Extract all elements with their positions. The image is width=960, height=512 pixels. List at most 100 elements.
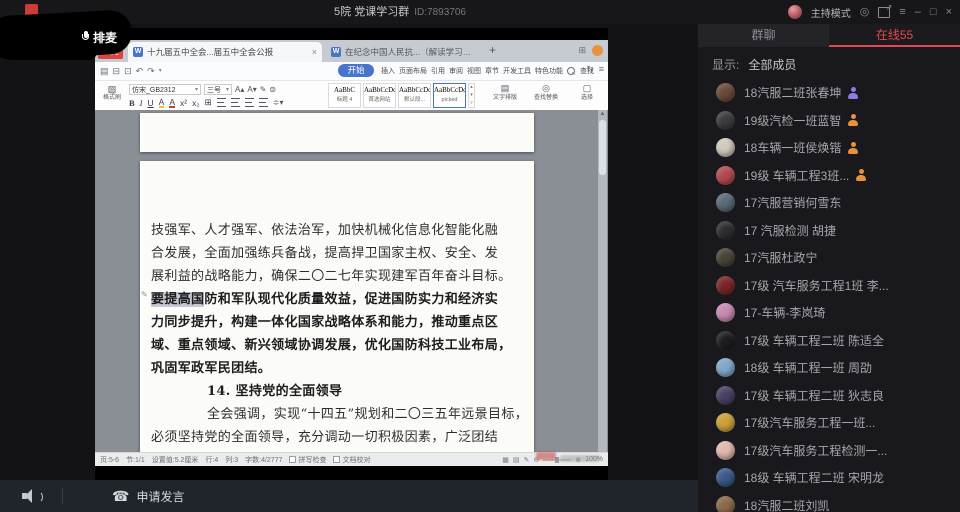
menu-icon[interactable]: ≡ [899,0,905,24]
shrink-font-icon[interactable]: A▾ [247,86,256,94]
font-color-button[interactable]: A [169,98,175,108]
menu-special[interactable]: 特色功能 [535,66,563,76]
document-canvas[interactable]: 技强军、人才强军、依法治军，加快机械化信息化智能化融 合发展，全面加强练兵备战，… [95,110,608,452]
member-row[interactable]: 17级 汽车服务工程1班 李... [698,272,960,300]
align-left-icon[interactable] [217,98,226,107]
wps-tabbar: 稻壳 W 十九届五中全会...届五中全会公报 × W 在纪念中国人民抗...（解… [95,40,608,62]
subscript-button[interactable]: x₂ [192,98,200,108]
member-list[interactable]: 18汽服二班张春坤 19级汽检一班蓝智 18车辆一班侯焕锴 19级 车辆工程3班… [698,79,960,512]
page-view-icon[interactable]: ▤ [513,456,520,464]
menu-references[interactable]: 引用 [431,66,445,76]
scrollbar-thumb[interactable] [599,120,606,175]
menu-dev-tools[interactable]: 开发工具 [503,66,531,76]
host-avatar[interactable] [788,5,802,19]
filter-value[interactable]: 全部成员 [748,56,796,73]
document-page: 技强军、人才强军、依法治军，加快机械化信息化智能化融 合发展，全面加强练兵备战，… [140,161,534,452]
doc-line: 全会强调，实现“十四五”规划和二〇三五年远景目标， [207,403,528,422]
member-row[interactable]: 17级 车辆工程二班 陈适全 [698,327,960,355]
style-item[interactable]: AaBbCcDd 默认段... [398,83,431,108]
clear-format-icon[interactable]: ✎ [260,86,267,94]
style-item[interactable]: AaBbCcDd 首选网站 [363,83,396,108]
menu-review[interactable]: 审阅 [449,66,463,76]
record-icon[interactable]: ◎ [860,0,870,24]
undo-icon[interactable]: ↶ [136,64,144,78]
member-row[interactable]: 17-车辆-李岚琦 [698,299,960,327]
layout-icon[interactable]: ⊞ [578,46,586,55]
grow-font-icon[interactable]: A▴ [235,86,244,94]
align-justify-icon[interactable] [259,98,268,107]
sync-icon[interactable]: ↻ [586,64,594,75]
font-name-select[interactable]: 仿宋_GB2312▾ [129,84,201,95]
host-mode-label: 主持模式 [811,5,851,20]
find-replace-button[interactable]: ◎ 查找替换 [529,83,563,102]
font-size-select[interactable]: 三号▾ [204,84,232,95]
file-icon[interactable]: ▤ [100,64,109,78]
scroll-up-icon[interactable]: ▲ [598,110,607,118]
save-icon[interactable]: ⊟ [113,64,121,78]
menu-section[interactable]: 章节 [485,66,499,76]
redo-icon[interactable]: ↷ [147,64,155,78]
select-button[interactable]: ▢ 选择 [570,83,604,102]
style-item-selected[interactable]: AaBbCcDd picked [433,83,466,108]
spellcheck-toggle[interactable]: 拼写检查 [289,455,326,465]
italic-button[interactable]: I [140,98,143,108]
menu-page-layout[interactable]: 页面布局 [399,66,427,76]
style-item[interactable]: AaBbC 标题 4 [328,83,361,108]
member-row[interactable]: 17汽服杜政宁 [698,244,960,272]
document-tab[interactable]: W 在纪念中国人民抗...（解读学习版） [326,42,478,62]
borders-button[interactable]: ⊞ [205,97,212,108]
align-right-icon[interactable] [245,98,254,107]
format-painter[interactable]: ▧ 格式刷 [99,84,125,102]
app-titlebar: 5院 党课学习群ID:7893706 主持模式 ◎ ↗ ≡ – □ × [0,0,960,24]
margin-edit-icon[interactable]: ✎ [141,291,148,299]
edit-mode-icon[interactable]: ✎ [523,456,529,464]
align-center-icon[interactable] [231,98,240,107]
new-tab-button[interactable]: + [489,43,496,57]
speaker-icon[interactable] [22,489,40,503]
tab-group-chat[interactable]: 群聊 [698,24,829,47]
text-tools-button[interactable]: ▤ 文字排版 [488,83,522,102]
menu-insert[interactable]: 插入 [381,66,395,76]
queue-mic-button[interactable]: 排麦 [82,29,117,46]
bold-button[interactable]: B [129,98,135,108]
member-row[interactable]: 18汽服二班刘凯 [698,492,960,512]
collapse-ribbon-icon[interactable]: ≡ [599,64,604,75]
member-filter[interactable]: 显示: 全部成员 [698,51,960,77]
proofread-toggle[interactable]: 文档校对 [333,455,370,465]
minimize-icon[interactable]: – [915,0,921,24]
member-row[interactable]: 17 汽服检测 胡捷 [698,217,960,245]
quick-access-toolbar[interactable]: ▤ ⊟ ⊡ ↶ ↷ ▾ [100,64,162,78]
popout-icon[interactable]: ↗ [878,7,890,18]
view-mode-icon[interactable]: ▦ [502,456,509,464]
underline-button[interactable]: U [148,98,154,108]
member-row[interactable]: 19级 车辆工程3班... [698,162,960,190]
request-speak-button[interactable]: ☎ 申请发言 [112,480,184,512]
bullet-list-icon[interactable]: ⊜ [269,86,276,94]
member-row[interactable]: 18级 车辆工程一班 周劭 [698,354,960,382]
member-row[interactable]: 19级汽检一班蓝智 [698,107,960,135]
vertical-scrollbar[interactable]: ▲ [598,110,607,452]
member-row[interactable]: 17级汽车服务工程一班... [698,409,960,437]
menu-home[interactable]: 开始 [338,64,374,77]
member-row[interactable]: 17级汽车服务工程检测一... [698,437,960,465]
line-spacing-icon[interactable]: ≑▾ [273,99,284,107]
avatar [716,496,735,512]
chevron-down-icon[interactable]: ▾ [159,64,162,78]
member-row[interactable]: 17汽服营销何雪东 [698,189,960,217]
maximize-icon[interactable]: □ [930,0,937,24]
member-row[interactable]: 18级 车辆工程二班 宋明龙 [698,464,960,492]
superscript-button[interactable]: x² [180,98,187,108]
print-icon[interactable]: ⊡ [124,64,132,78]
member-row[interactable]: 17级 车辆工程二班 狄志良 [698,382,960,410]
style-gallery-scroll[interactable]: ▴▾▿ [468,83,475,108]
highlight-color-button[interactable]: A [159,98,165,108]
document-tab-active[interactable]: W 十九届五中全会...届五中全会公报 × [128,42,322,62]
menu-view[interactable]: 视图 [467,66,481,76]
tab-close-icon[interactable]: × [312,47,317,57]
tab-online-members[interactable]: 在线55 [829,24,960,47]
close-icon[interactable]: × [946,0,952,24]
member-name: 19级 车辆工程3班... [744,167,849,184]
wps-account-avatar[interactable] [592,45,603,56]
member-row[interactable]: 18车辆一班侯焕锴 [698,134,960,162]
member-row[interactable]: 18汽服二班张春坤 [698,79,960,107]
